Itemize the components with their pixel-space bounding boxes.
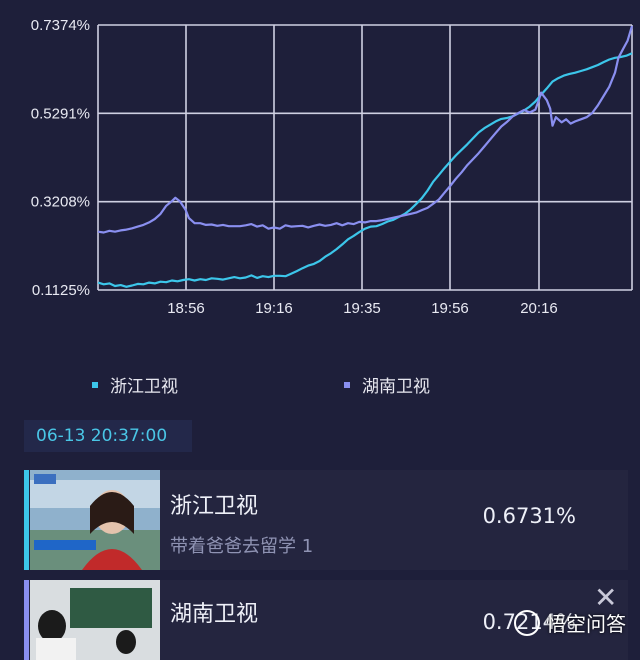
legend-swatch	[344, 381, 350, 388]
accent-bar	[24, 470, 29, 570]
x-tick-label: 18:56	[167, 300, 205, 317]
show-title: 带着爸爸去留学 1	[170, 536, 314, 557]
y-tick-label: 0.3208%	[31, 194, 90, 211]
watermark: 悟空问答	[514, 608, 626, 637]
rating-value: 0.6731%	[482, 504, 576, 528]
watermark-text: 悟空问答	[546, 612, 626, 636]
x-tick-label: 20:16	[520, 300, 558, 317]
channel-name: 浙江卫视	[170, 494, 259, 519]
chart-series	[97, 25, 634, 288]
y-tick-label: 0.1125%	[32, 282, 90, 299]
legend-swatch	[92, 381, 98, 388]
x-tick-label: 19:35	[343, 300, 381, 317]
chart-grid	[97, 24, 633, 291]
line-chart: 0.7374%0.5291%0.3208%0.1125% 18:56 19:16 1…	[31, 17, 634, 317]
thumbnail	[30, 580, 160, 660]
y-tick-label: 0.5291%	[31, 105, 90, 122]
legend-label: 浙江卫视	[110, 377, 178, 397]
x-tick-label: 19:56	[431, 300, 469, 317]
x-tick-label: 19:16	[255, 300, 293, 317]
channel-card[interactable]: 浙江卫视 带着爸爸去留学 1 0.6731%	[24, 470, 628, 570]
watermark-logo-icon	[514, 609, 540, 636]
legend-label: 湖南卫视	[362, 377, 430, 397]
accent-bar	[24, 580, 29, 660]
timestamp: 06-13 20:37:00	[24, 420, 192, 452]
series-line	[97, 52, 633, 288]
y-axis: 0.7374% 0.5291% 0.3208% 0.1125%	[31, 17, 90, 299]
legend-item-hunan: 湖南卫视	[344, 372, 430, 397]
channel-name: 湖南卫视	[170, 602, 259, 627]
thumbnail	[30, 470, 160, 570]
y-tick-label: 0.7374%	[31, 17, 90, 34]
close-icon[interactable]: ✕	[594, 584, 618, 612]
x-axis: 18:56 19:16 19:35 19:56 20:16	[167, 300, 558, 317]
legend-item-zhejiang: 浙江卫视	[92, 372, 178, 397]
